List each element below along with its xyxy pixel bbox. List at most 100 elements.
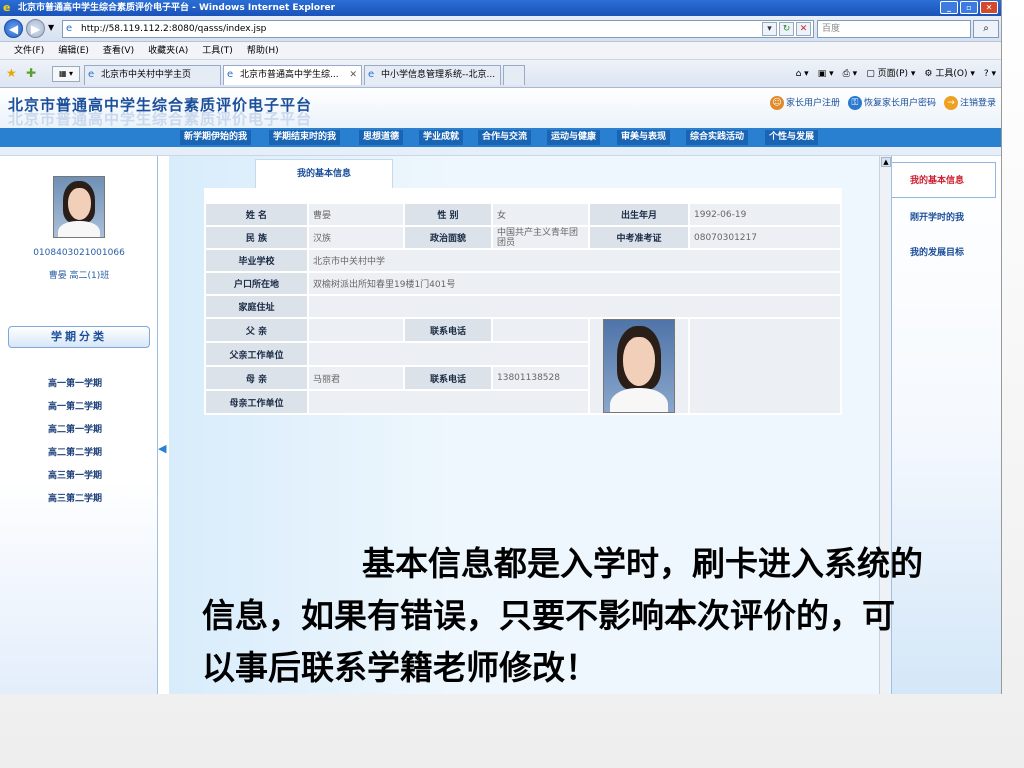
- nav-cooperation[interactable]: 合作与交流: [478, 130, 532, 145]
- table-row: 父 亲 联系电话: [204, 317, 842, 415]
- photo-cell: [588, 317, 690, 415]
- print-icon[interactable]: ⎙ ▾: [843, 67, 858, 81]
- refresh-icon[interactable]: ↻: [779, 22, 794, 36]
- scroll-up-icon[interactable]: ▲: [881, 157, 891, 167]
- tab-label: 北京市普通高中学生综...: [240, 70, 339, 80]
- mother-work-value: [307, 389, 590, 415]
- tab-close-icon[interactable]: ✕: [349, 66, 357, 84]
- minimize-button[interactable]: _: [940, 1, 958, 14]
- nav-sports-health[interactable]: 运动与健康: [547, 130, 601, 145]
- tab-page-icon: e: [88, 69, 95, 80]
- ethnic-label: 民 族: [204, 225, 309, 250]
- menu-edit[interactable]: 编辑(E): [58, 42, 89, 59]
- collapse-left-icon[interactable]: ◀: [158, 442, 168, 455]
- term-list: 高一第一学期 高一第二学期 高二第一学期 高二第二学期 高三第一学期 高三第二学…: [48, 376, 102, 514]
- table-row: 家庭住址: [204, 294, 842, 319]
- menu-view[interactable]: 查看(V): [103, 42, 134, 59]
- term-item[interactable]: 高三第二学期: [48, 491, 102, 514]
- stop-icon[interactable]: ✕: [796, 22, 811, 36]
- student-photo: [53, 176, 105, 238]
- nav-moral[interactable]: 思想道德: [359, 130, 404, 145]
- search-placeholder: 百度: [822, 24, 841, 34]
- term-item[interactable]: 高二第一学期: [48, 422, 102, 445]
- menu-tools[interactable]: 工具(T): [202, 42, 233, 59]
- nav-practice[interactable]: 综合实践活动: [686, 130, 749, 145]
- favorites-star-icon[interactable]: ★: [6, 66, 17, 80]
- tab-evaluation-platform[interactable]: e 北京市普通高中学生综... ✕: [223, 65, 362, 85]
- tools-menu[interactable]: ⚙ 工具(O) ▾: [924, 67, 974, 81]
- student-id: 0108403021001066: [33, 248, 125, 258]
- address-bar: ◀ ▶ ▼ e http://58.119.112.2:8080/qasss/i…: [0, 16, 1001, 42]
- help-icon[interactable]: ? ▾: [984, 67, 996, 81]
- tab-info-system[interactable]: e 中小学信息管理系统--北京...: [364, 65, 501, 85]
- feeds-icon[interactable]: ▣ ▾: [818, 67, 834, 81]
- tab-label: 中小学信息管理系统--北京...: [381, 70, 496, 80]
- tab-zhongguancun[interactable]: e 北京市中关村中学主页: [84, 65, 221, 85]
- right-item-basic-info[interactable]: 我的基本信息: [892, 162, 996, 198]
- mother-work-label: 母亲工作单位: [204, 389, 309, 415]
- term-item[interactable]: 高三第一学期: [48, 468, 102, 491]
- menu-favorites[interactable]: 收藏夹(A): [148, 42, 188, 59]
- nav-aesthetics[interactable]: 审美与表现: [617, 130, 671, 145]
- add-favorites-icon[interactable]: ✚: [26, 66, 36, 80]
- table-row: 姓 名 曹晏 性 别 女 出生年月 1992-06-19: [204, 202, 842, 227]
- logout-arrow-icon: →: [943, 96, 958, 110]
- forward-button[interactable]: ▶: [26, 19, 45, 38]
- site-title: 北京市普通高中学生综合素质评价电子平台: [8, 96, 313, 114]
- caption-text: 基本信息都是入学时，刷卡进入系统的信息，如果有错误，只要不影响本次评价的，可以事…: [202, 544, 923, 687]
- term-item[interactable]: 高二第二学期: [48, 445, 102, 468]
- political-value: 中国共产主义青年团团员: [491, 225, 590, 250]
- school-label: 毕业学校: [204, 248, 309, 273]
- nav-personality[interactable]: 个性与发展: [765, 130, 819, 145]
- recover-password-link[interactable]: ⚿ 恢复家长用户密码: [847, 96, 936, 111]
- logout-link[interactable]: → 注销登录: [943, 96, 996, 111]
- table-row: 民 族 汉族 政治面貌 中国共产主义青年团团员 中考准考证 0807030121…: [204, 225, 842, 250]
- command-bar: ⌂ ▾ ▣ ▾ ⎙ ▾ ▢ 页面(P) ▾ ⚙ 工具(O) ▾ ? ▾: [796, 67, 996, 81]
- photo-cell-filler: [688, 317, 842, 415]
- mother-phone-value: 13801138528: [491, 365, 590, 391]
- site-header: 北京市普通高中学生综合素质评价电子平台 北京市普通高中学生综合素质评价电子平台 …: [0, 88, 1001, 128]
- recover-password-label: 恢复家长用户密码: [863, 98, 936, 109]
- right-item-goals[interactable]: 我的发展目标: [892, 245, 996, 258]
- father-phone-label: 联系电话: [403, 317, 493, 343]
- page-menu[interactable]: ▢ 页面(P) ▾: [866, 67, 915, 81]
- logout-label: 注销登录: [959, 98, 996, 109]
- main-nav: 新学期伊始的我 学期结束时的我 思想道德 学业成就 合作与交流 运动与健康 审美…: [0, 128, 1001, 147]
- quick-tabs-button[interactable]: ▦ ▾: [52, 66, 80, 82]
- back-button[interactable]: ◀: [4, 19, 23, 38]
- page-icon: e: [66, 23, 73, 34]
- menu-file[interactable]: 文件(F): [14, 42, 44, 59]
- student-photo-large: [603, 319, 675, 413]
- school-value: 北京市中关村中学: [307, 248, 842, 273]
- url-field[interactable]: e http://58.119.112.2:8080/qasss/index.j…: [62, 20, 814, 38]
- mother-label: 母 亲: [204, 365, 309, 391]
- history-dropdown-icon[interactable]: ▼: [48, 23, 54, 32]
- search-icon: ⌕: [983, 23, 989, 34]
- tab-basic-info[interactable]: 我的基本信息: [255, 159, 393, 189]
- left-panel: 0108403021001066 曹晏 高二(1)班 学期分类 高一第一学期 高…: [0, 156, 158, 694]
- nav-academic[interactable]: 学业成就: [419, 130, 464, 145]
- maximize-button[interactable]: ▫: [960, 1, 978, 14]
- term-item[interactable]: 高一第二学期: [48, 399, 102, 422]
- search-input[interactable]: 百度: [817, 20, 971, 38]
- search-button[interactable]: ⌕: [973, 20, 999, 38]
- title-bar: e 北京市普通高中学生综合素质评价电子平台 - Windows Internet…: [0, 0, 1001, 16]
- address-label: 家庭住址: [204, 294, 309, 319]
- right-item-start-of-term[interactable]: 刚开学时的我: [892, 210, 996, 223]
- table-row: 毕业学校 北京市中关村中学: [204, 248, 842, 273]
- term-item[interactable]: 高一第一学期: [48, 376, 102, 399]
- name-value: 曹晏: [307, 202, 405, 227]
- nav-new-semester[interactable]: 新学期伊始的我: [180, 130, 252, 145]
- home-icon[interactable]: ⌂ ▾: [796, 67, 809, 81]
- parent-register-link[interactable]: ☺ 家长用户注册: [769, 96, 840, 111]
- url-dropdown-icon[interactable]: ▾: [762, 22, 777, 36]
- new-tab-button[interactable]: [503, 65, 525, 85]
- tools-menu-label: 工具(O): [935, 69, 968, 79]
- close-button[interactable]: ✕: [980, 1, 998, 14]
- page-menu-label: 页面(P): [877, 69, 909, 79]
- parent-register-label: 家长用户注册: [785, 98, 840, 109]
- nav-semester-end[interactable]: 学期结束时的我: [269, 130, 341, 145]
- father-work-value: [307, 341, 590, 367]
- top-links: ☺ 家长用户注册 ⚿ 恢复家长用户密码 → 注销登录: [769, 96, 996, 111]
- menu-help[interactable]: 帮助(H): [247, 42, 279, 59]
